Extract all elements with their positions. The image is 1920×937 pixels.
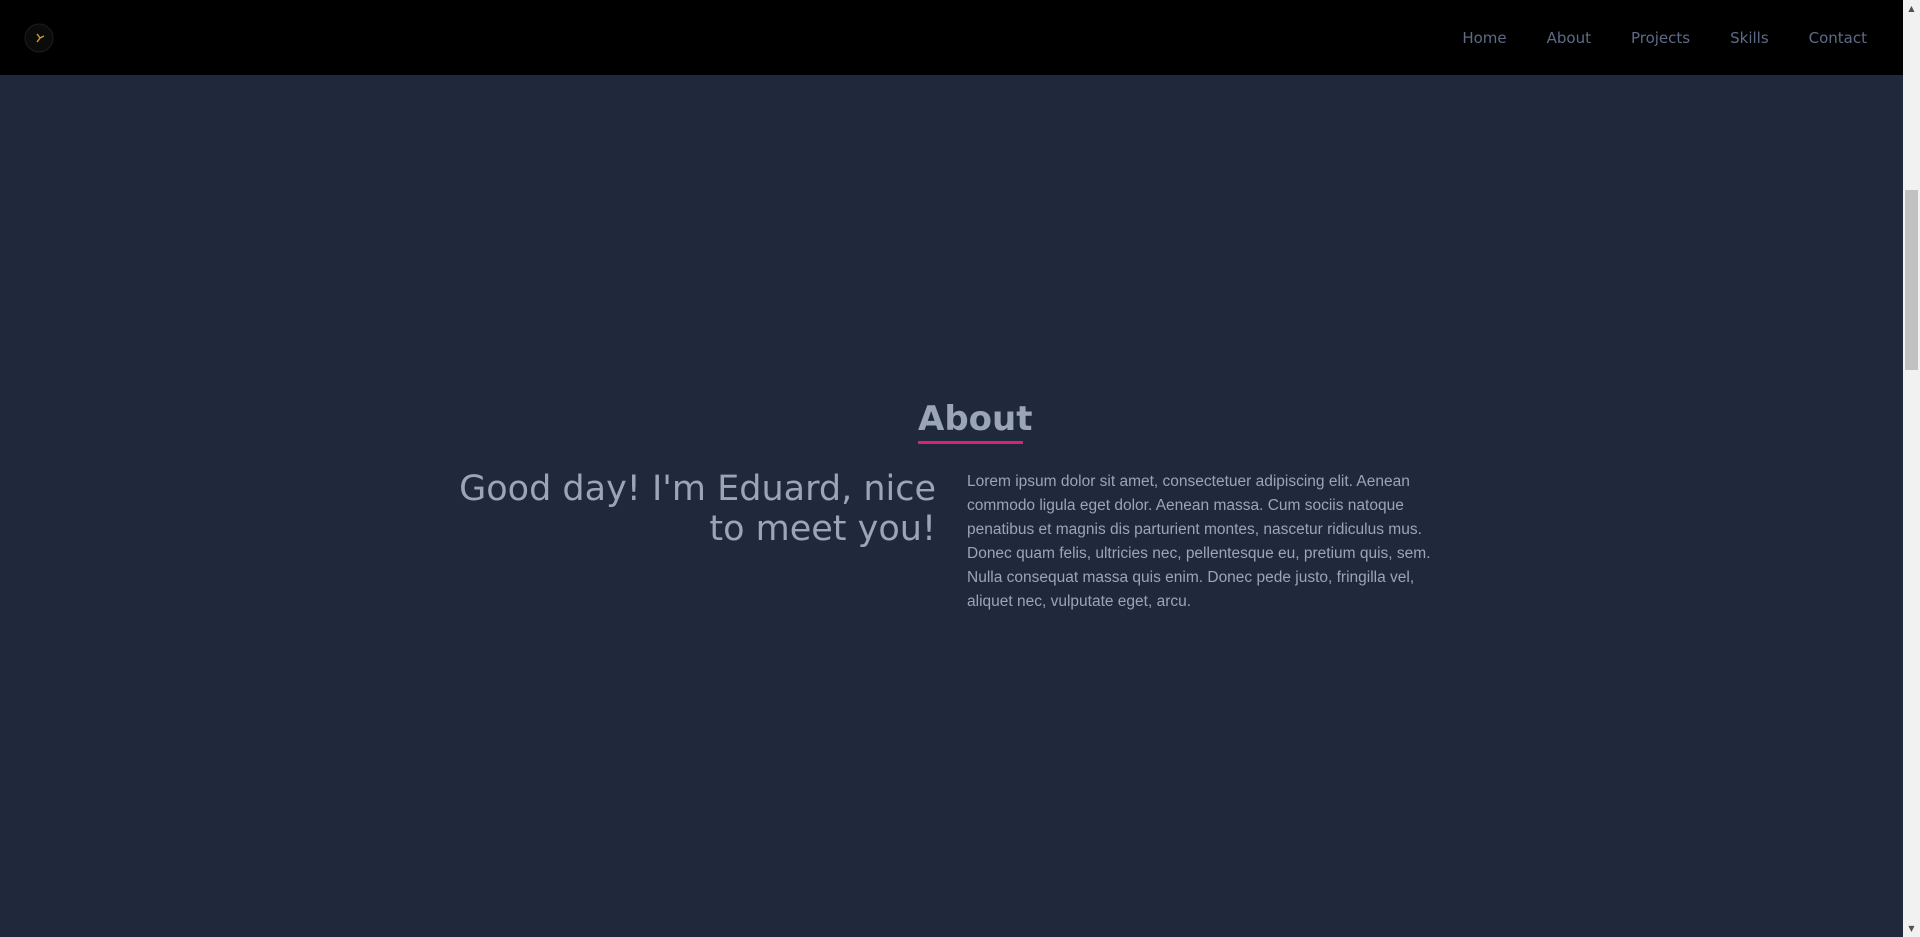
title-underline — [918, 441, 1023, 444]
nav-links: Home About Projects Skills Contact — [1462, 0, 1867, 75]
bio-paragraph: Lorem ipsum dolor sit amet, consectetuer… — [967, 473, 1431, 610]
content-area: Home About Projects Skills Contact About… — [0, 0, 1903, 937]
greeting-heading: Good day! I'm Eduard, nice to meet you! — [459, 469, 936, 549]
nav-link-contact[interactable]: Contact — [1809, 29, 1867, 47]
navbar: Home About Projects Skills Contact — [0, 0, 1903, 75]
page: Home About Projects Skills Contact About… — [0, 0, 1920, 937]
vertical-scrollbar[interactable]: ▲ ▼ — [1903, 0, 1920, 937]
moon-logo-icon[interactable] — [23, 22, 55, 54]
nav-link-about[interactable]: About — [1547, 29, 1591, 47]
section-title: About — [918, 399, 1033, 439]
nav-link-home[interactable]: Home — [1462, 29, 1506, 47]
scroll-thumb[interactable] — [1905, 190, 1918, 370]
nav-link-skills[interactable]: Skills — [1730, 29, 1769, 47]
nav-link-projects[interactable]: Projects — [1631, 29, 1690, 47]
scroll-up-arrow-icon[interactable]: ▲ — [1903, 0, 1920, 17]
scroll-down-arrow-icon[interactable]: ▼ — [1903, 920, 1920, 937]
